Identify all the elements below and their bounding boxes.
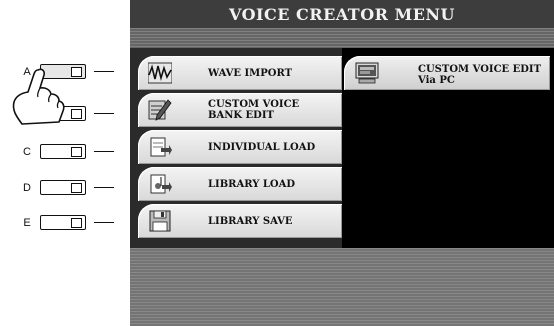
waveform-icon <box>148 62 172 84</box>
tab-label-library-save: LIBRARY SAVE <box>208 215 293 227</box>
button-a-connector <box>94 71 114 72</box>
button-letter-c: C <box>23 146 31 158</box>
hw-row-e: E <box>0 213 128 233</box>
screen-title: VOICE CREATOR MENU <box>130 0 554 28</box>
library-load-icon <box>150 174 172 194</box>
tab-custom-voice-bank-edit[interactable]: CUSTOM VOICE BANK EDIT <box>138 93 342 127</box>
tab-label-library-load: LIBRARY LOAD <box>208 178 296 190</box>
lcd-screen: VOICE CREATOR MENU WAVE IMPORT CUSTOM VO… <box>130 0 554 326</box>
button-letter-d: D <box>23 182 31 194</box>
tab-custom-voice-edit-via-pc[interactable]: CUSTOM VOICE EDIT Via PC <box>344 56 550 90</box>
button-b-connector <box>94 113 114 114</box>
menu-panel: WAVE IMPORT CUSTOM VOICE BANK EDIT INDIV… <box>130 48 554 248</box>
button-e[interactable] <box>40 215 86 230</box>
hw-row-d: D <box>0 178 128 198</box>
tab-library-load[interactable]: LIBRARY LOAD <box>138 167 342 201</box>
button-d[interactable] <box>40 180 86 195</box>
pointing-hand-icon <box>12 68 65 125</box>
tab-label-wave-import: WAVE IMPORT <box>208 67 293 79</box>
tab-label-custom-voice-edit-via-pc: CUSTOM VOICE EDIT Via PC <box>418 64 542 86</box>
hw-row-c: C <box>0 142 128 162</box>
tab-wave-import[interactable]: WAVE IMPORT <box>138 56 342 90</box>
pc-monitor-icon <box>355 62 379 84</box>
individual-load-icon <box>150 137 172 157</box>
button-c[interactable] <box>40 144 86 159</box>
floppy-save-icon <box>149 210 171 232</box>
button-letter-e: E <box>23 217 31 229</box>
screen-bottom-band <box>130 248 554 326</box>
button-d-connector <box>94 187 114 188</box>
button-e-connector <box>94 222 114 223</box>
tab-library-save[interactable]: LIBRARY SAVE <box>138 204 342 238</box>
tab-label-custom-voice-bank-edit: CUSTOM VOICE BANK EDIT <box>208 99 300 121</box>
bank-edit-icon <box>148 99 172 121</box>
tab-label-individual-load: INDIVIDUAL LOAD <box>208 141 316 153</box>
tab-individual-load[interactable]: INDIVIDUAL LOAD <box>138 130 342 164</box>
title-strip <box>130 28 554 48</box>
button-c-connector <box>94 151 114 152</box>
